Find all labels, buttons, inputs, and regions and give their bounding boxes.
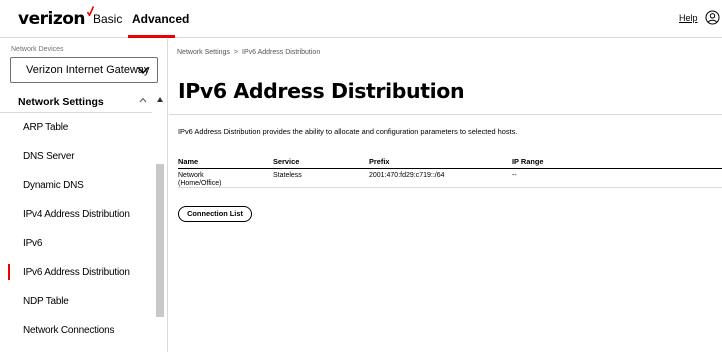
- divider: [169, 114, 722, 115]
- sidebar-item-label: ARP Table: [23, 122, 69, 133]
- active-tab-indicator: [128, 35, 175, 38]
- table-row[interactable]: Network (Home/Office) Stateless 2001:470…: [178, 170, 722, 188]
- column-header-prefix: Prefix: [369, 157, 390, 166]
- breadcrumb-network-settings[interactable]: Network Settings: [177, 49, 230, 56]
- help-link[interactable]: Help: [679, 13, 698, 23]
- scrollbar-thumb[interactable]: [156, 164, 164, 317]
- column-header-name: Name: [178, 157, 199, 166]
- sidebar-item-ipv6-address-distribution[interactable]: IPv6 Address Distribution: [0, 259, 152, 288]
- active-item-indicator: [8, 264, 10, 280]
- page-title: IPv6 Address Distribution: [178, 79, 465, 103]
- connection-list-button[interactable]: Connection List: [178, 206, 252, 222]
- section-title: Network Settings: [18, 96, 104, 108]
- device-select-value: Verizon Internet Gateway: [26, 64, 150, 76]
- main-content: Network Settings > IPv6 Address Distributi…: [169, 39, 722, 352]
- breadcrumb-current: IPv6 Address Distribution: [242, 49, 321, 56]
- sidebar-item-arp-table[interactable]: ARP Table: [0, 114, 152, 143]
- sidebar-item-network-connections[interactable]: Network Connections: [0, 317, 152, 346]
- table-header: Name Service Prefix IP Range: [178, 155, 722, 169]
- cell-service: Stateless: [273, 172, 302, 179]
- logo-text: verizon: [18, 9, 86, 29]
- sidebar-item-ipv4-address-distribution[interactable]: IPv4 Address Distribution: [0, 201, 152, 230]
- sidebar: Network Devices Verizon Internet Gateway…: [0, 39, 168, 352]
- user-account-icon[interactable]: [705, 10, 720, 25]
- breadcrumb: Network Settings > IPv6 Address Distributi…: [177, 49, 320, 56]
- sidebar-item-label: IPv6 Address Distribution: [23, 267, 130, 278]
- sidebar-item-label: NDP Table: [23, 296, 69, 307]
- page-description: IPv6 Address Distribution provides the a…: [178, 127, 518, 136]
- sidebar-item-label: Network Connections: [23, 325, 115, 336]
- tab-basic[interactable]: Basic: [93, 12, 122, 26]
- verizon-logo[interactable]: verizon: [18, 6, 94, 29]
- cell-name: Network (Home/Office): [178, 172, 222, 187]
- scroll-up-arrow-icon[interactable]: [157, 97, 163, 102]
- tab-advanced[interactable]: Advanced: [132, 12, 189, 26]
- cell-prefix: 2001:470:fd29:c719::/64: [369, 172, 445, 179]
- sidebar-item-label: IPv6: [23, 238, 43, 249]
- column-header-service: Service: [273, 157, 300, 166]
- top-bar: verizon Basic Advanced Help: [0, 0, 722, 38]
- sidebar-item-ndp-table[interactable]: NDP Table: [0, 288, 152, 317]
- sidebar-item-label: IPv4 Address Distribution: [23, 209, 130, 220]
- chevron-up-icon: [139, 97, 147, 103]
- device-select[interactable]: Verizon Internet Gateway: [10, 57, 158, 83]
- sidebar-item-label: Dynamic DNS: [23, 180, 84, 191]
- chevron-down-icon: [137, 67, 149, 75]
- sidebar-item-dns-server[interactable]: DNS Server: [0, 143, 152, 172]
- sidebar-item-ipv6[interactable]: IPv6: [0, 230, 152, 259]
- sidebar-item-label: DNS Server: [23, 151, 75, 162]
- network-devices-label: Network Devices: [11, 46, 64, 53]
- column-header-ip-range: IP Range: [512, 157, 544, 166]
- section-network-settings[interactable]: Network Settings: [0, 91, 152, 113]
- cell-ip-range: --: [512, 172, 517, 179]
- breadcrumb-separator: >: [233, 49, 239, 56]
- sidebar-item-dynamic-dns[interactable]: Dynamic DNS: [0, 172, 152, 201]
